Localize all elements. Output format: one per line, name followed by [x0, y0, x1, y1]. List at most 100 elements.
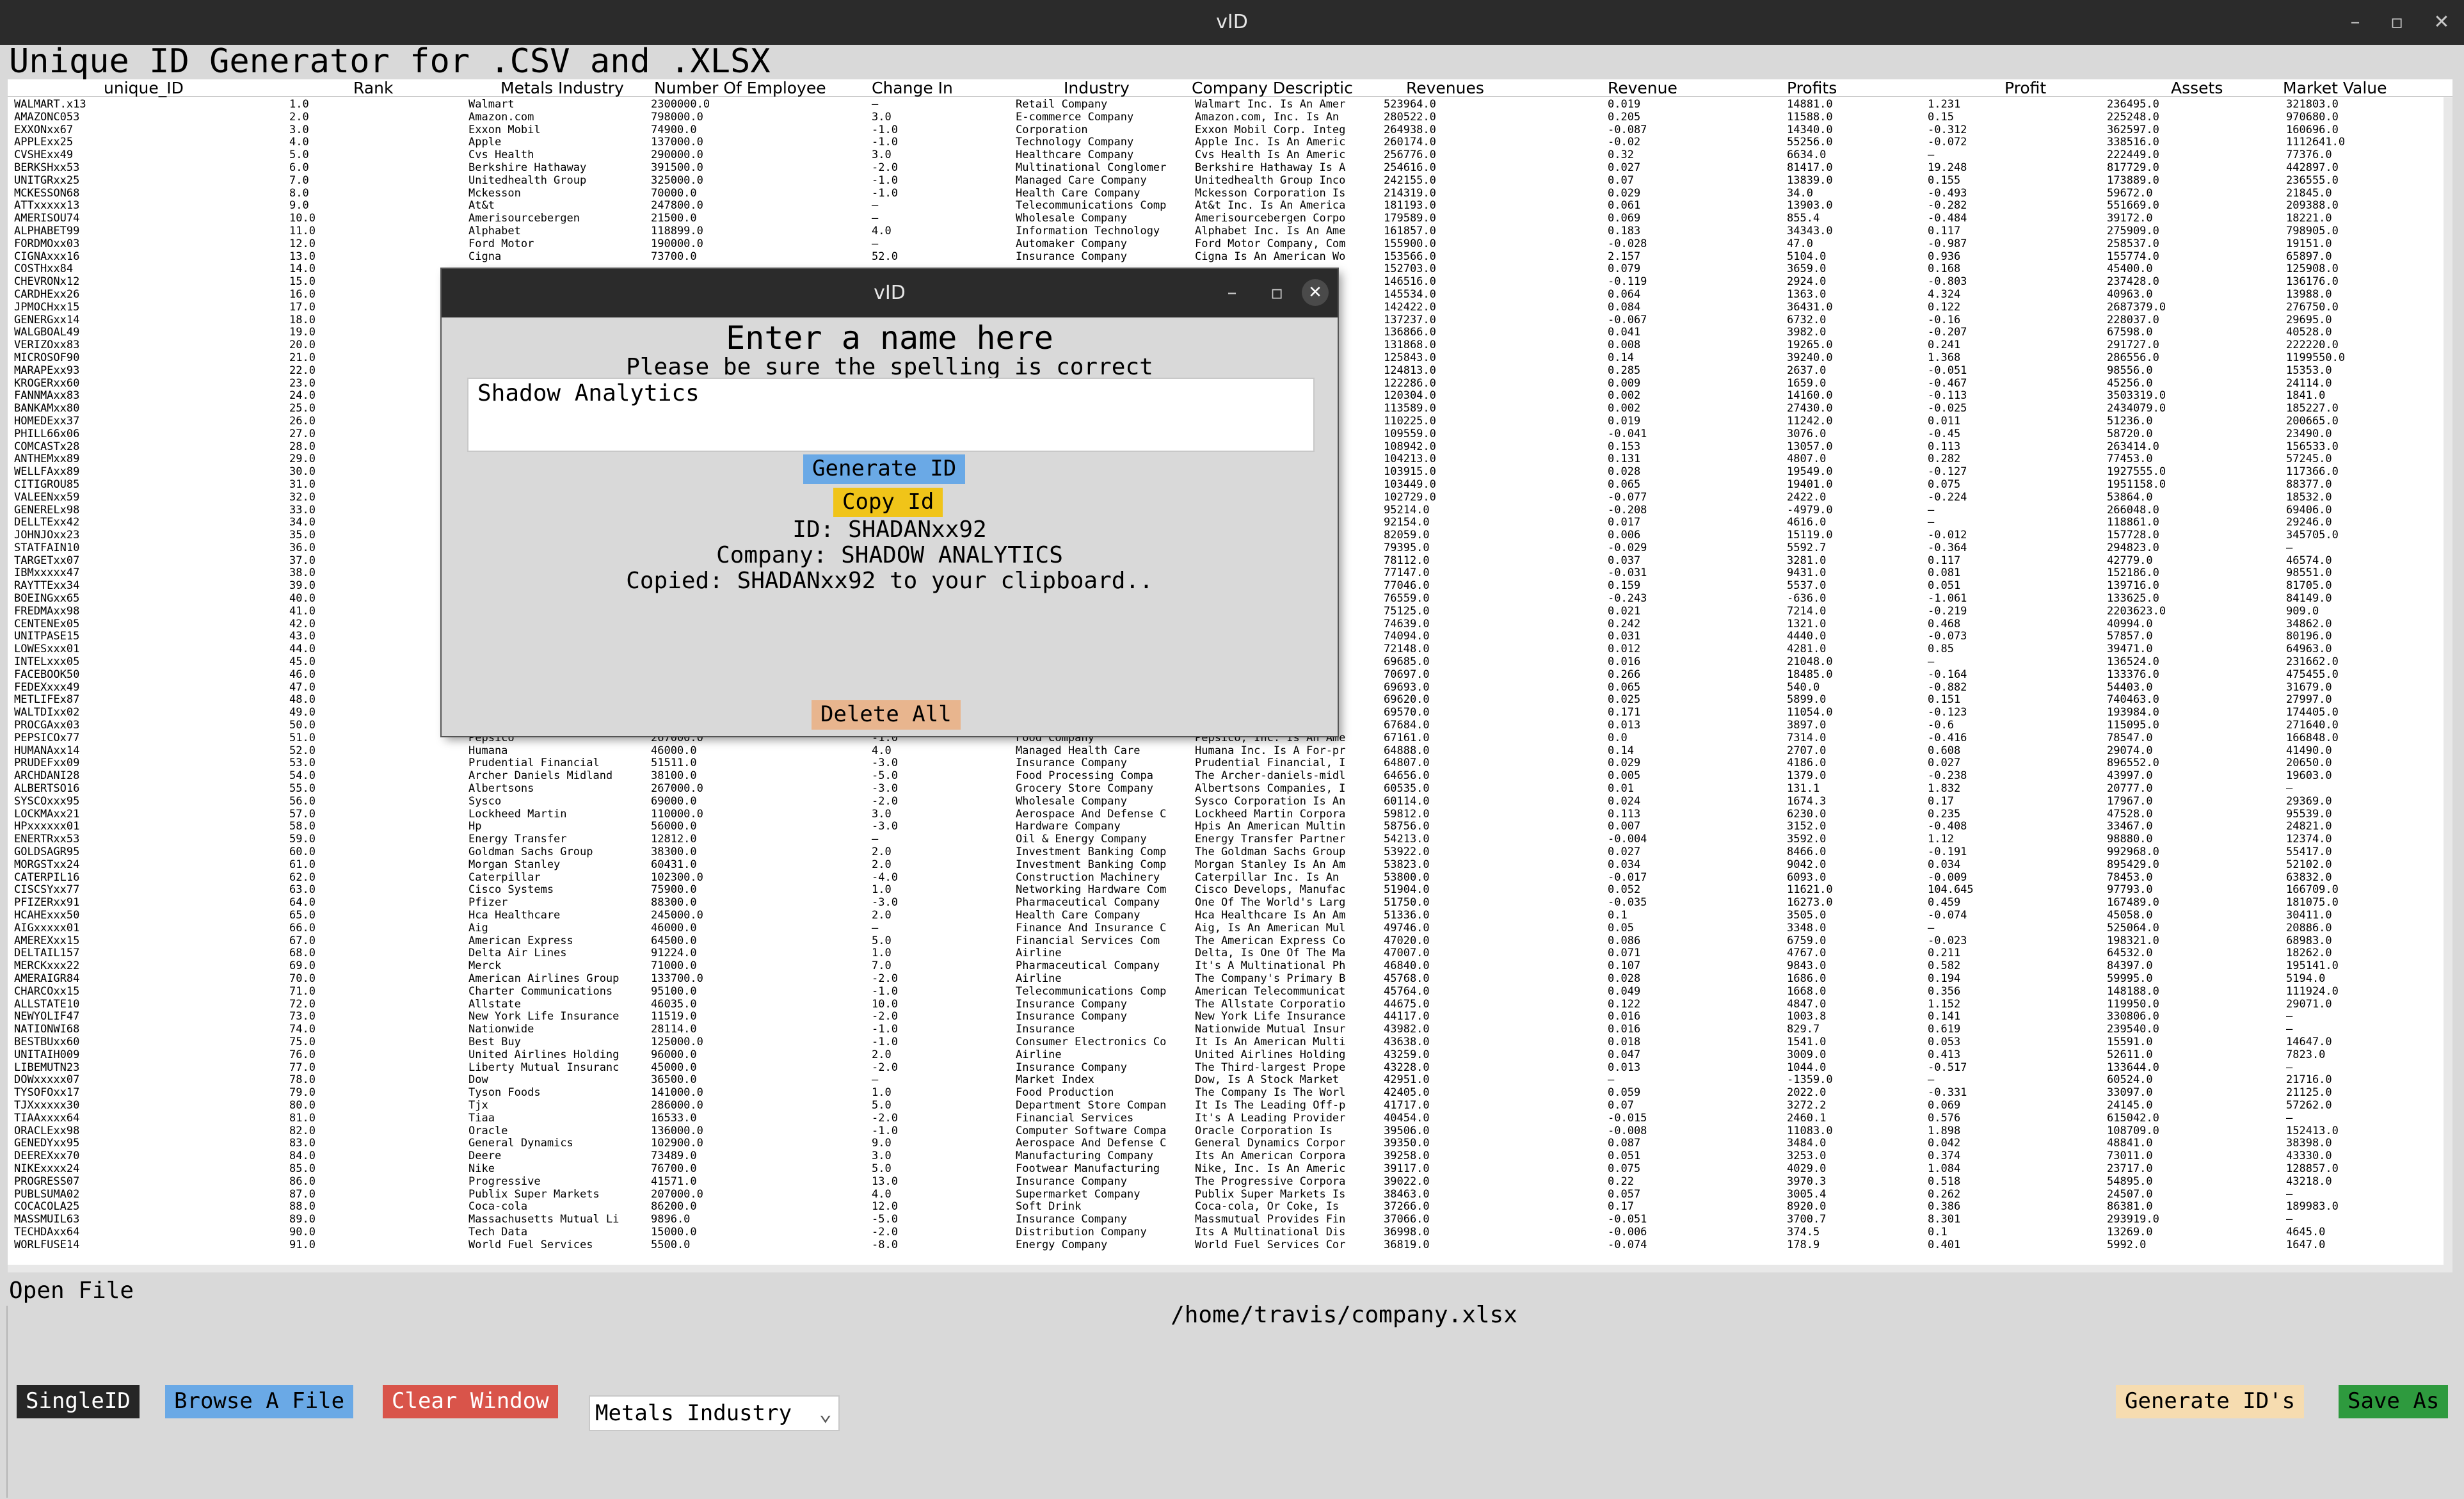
table-row[interactable]: CHARCOxx15 71.0 Charter Communications 9510… — [8, 986, 2452, 998]
table-row[interactable]: UNITAIH009 76.0 United Airlines Holding 960… — [8, 1049, 2452, 1062]
copy-id-button[interactable]: Copy Id — [833, 488, 943, 517]
table-row[interactable]: GOLDSAGR95 60.0 Goldman Sachs Group 38300.0… — [8, 846, 2452, 859]
table-cell: Food Production — [1016, 1087, 1114, 1100]
table-row[interactable]: CATERPIL16 62.0 Caterpillar 102300.0 -4.0 Con… — [8, 872, 2452, 885]
table-row[interactable]: HCAHExxx50 65.0 Hca Healthcare 245000.0 2.0 H… — [8, 910, 2452, 922]
table-row[interactable]: EXXONxx67 3.0 Exxon Mobil 74900.0 -1.0 Corpor… — [8, 124, 2452, 137]
single-id-button[interactable]: SingleID — [17, 1385, 140, 1418]
column-header[interactable]: Company Descriptic — [1192, 79, 1353, 97]
horizontal-scrollbar[interactable] — [8, 1265, 2444, 1272]
table-row[interactable]: DELTAIL157 68.0 Delta Air Lines 91224.0 1.0 A… — [8, 947, 2452, 960]
table-row[interactable]: AIGxxxxx01 66.0 Aig 46000.0 – Finance And Ins… — [8, 922, 2452, 935]
table-row[interactable]: HPxxxxxx01 58.0 Hp 56000.0 -3.0 Hardware Comp… — [8, 821, 2452, 833]
maximize-icon[interactable]: ▫ — [2381, 0, 2413, 45]
table-row[interactable]: NEWYOLIF47 73.0 New York Life Insurance 115… — [8, 1011, 2452, 1023]
table-row[interactable]: CISCSYxx77 63.0 Cisco Systems 75900.0 1.0 Net… — [8, 884, 2452, 897]
minimize-icon[interactable]: – — [2339, 0, 2371, 45]
dialog-minimize-icon[interactable]: – — [1216, 269, 1248, 317]
table-cell: 231662.0 — [2286, 656, 2339, 669]
column-header[interactable]: Assets — [2171, 79, 2223, 97]
table-cell: 78.0 — [289, 1074, 316, 1087]
table-row[interactable]: BERKSHxx53 6.0 Berkshire Hathaway 391500.0 -… — [8, 162, 2452, 175]
table-row[interactable]: ORACLExx98 82.0 Oracle 136000.0 -1.0 Computer… — [8, 1125, 2452, 1138]
table-cell: 39350.0 — [1384, 1137, 1430, 1150]
table-row[interactable]: UNITGRxx25 7.0 Unitedhealth Group 325000.0 -… — [8, 175, 2452, 188]
table-row[interactable]: ALPHABET99 11.0 Alphabet 118899.0 4.0 Informa… — [8, 225, 2452, 238]
column-header[interactable]: Revenue — [1608, 79, 1677, 97]
dialog-maximize-icon[interactable]: ▫ — [1261, 269, 1293, 317]
name-input[interactable] — [477, 379, 1303, 407]
table-row[interactable]: FORDMOxx03 12.0 Ford Motor 190000.0 – Automak… — [8, 238, 2452, 251]
table-row[interactable]: ALBERTSO16 55.0 Albertsons 267000.0 -3.0 Groc… — [8, 783, 2452, 796]
column-header[interactable]: Revenues — [1406, 79, 1484, 97]
table-row[interactable]: ATTxxxxx13 9.0 At&t 247800.0 – Telecommunicat… — [8, 200, 2452, 212]
table-cell: 67161.0 — [1384, 732, 1430, 744]
column-header[interactable]: Change In — [872, 79, 953, 97]
table-row[interactable]: MERCKxxx22 69.0 Merck 71000.0 7.0 Pharmaceuti… — [8, 960, 2452, 973]
column-header[interactable]: unique_ID — [104, 79, 184, 97]
table-cell: 78112.0 — [1384, 554, 1430, 567]
close-icon[interactable]: ✕ — [2426, 0, 2458, 45]
table-cell: -2.0 — [872, 1226, 898, 1238]
table-row[interactable]: LIBEMUTN23 77.0 Liberty Mutual Insuranc 450… — [8, 1062, 2452, 1075]
table-row[interactable]: BESTBUxx60 75.0 Best Buy 125000.0 -1.0 Consum… — [8, 1036, 2452, 1049]
generate-ids-button[interactable]: Generate ID's — [2116, 1385, 2305, 1418]
table-row[interactable]: DEEREXxx70 84.0 Deere 73489.0 3.0 Manufacturi… — [8, 1150, 2452, 1163]
table-cell: 173889.0 — [2107, 174, 2159, 187]
table-row[interactable]: PROGRESS07 86.0 Progressive 41571.0 13.0 Insu… — [8, 1176, 2452, 1189]
table-row[interactable]: DOWxxxxx07 78.0 Dow 36500.0 – Market Index Dow… — [8, 1074, 2452, 1087]
column-header[interactable]: Metals Industry — [500, 79, 624, 97]
table-cell: 0.241 — [1928, 339, 1961, 352]
table-cell: 19.0 — [289, 326, 316, 339]
table-row[interactable]: MORGSTxx24 61.0 Morgan Stanley 60431.0 2.0 In… — [8, 859, 2452, 872]
column-header[interactable]: Profit — [2004, 79, 2046, 97]
generate-id-button[interactable]: Generate ID — [803, 454, 966, 484]
table-row[interactable]: TECHDAxx64 90.0 Tech Data 15000.0 -2.0 Distri… — [8, 1226, 2452, 1239]
table-row[interactable]: HUMANAxx14 52.0 Humana 46000.0 4.0 Managed He… — [8, 745, 2452, 758]
table-row[interactable]: COCACOLA25 88.0 Coca-cola 86200.0 12.0 Soft D… — [8, 1201, 2452, 1214]
table-cell: AMAZONC053 — [14, 111, 80, 124]
table-row[interactable]: WALMART.x13 1.0 Walmart 2300000.0 – Retail Co… — [8, 99, 2452, 111]
table-row[interactable]: GENEDYxx95 83.0 General Dynamics 102900.0 9.… — [8, 1137, 2452, 1150]
browse-file-button[interactable]: Browse A File — [165, 1385, 354, 1418]
table-cell: JPMOCHxx15 — [14, 301, 80, 314]
column-header[interactable]: Number Of Employee — [654, 79, 826, 97]
table-row[interactable]: TIAAxxxx64 81.0 Tiaa 16533.0 -2.0 Financial S… — [8, 1112, 2452, 1125]
delete-all-button[interactable]: Delete All — [812, 700, 961, 730]
dialog-close-icon[interactable]: ✕ — [1302, 279, 1329, 306]
table-row[interactable]: NIKExxxx24 85.0 Nike 76700.0 5.0 Footwear Man… — [8, 1163, 2452, 1176]
column-header[interactable]: Industry — [1064, 79, 1130, 97]
name-field[interactable] — [467, 378, 1315, 452]
table-row[interactable]: ALLSTATE10 72.0 Allstate 46035.0 10.0 Insuran… — [8, 998, 2452, 1011]
table-row[interactable]: NATIONWI68 74.0 Nationwide 28114.0 -1.0 Insur… — [8, 1023, 2452, 1036]
column-select[interactable]: Metals Industry ⌄ — [589, 1395, 840, 1431]
table-row[interactable]: SYSCOxxx95 56.0 Sysco 69000.0 -2.0 Wholesale … — [8, 796, 2452, 808]
table-row[interactable]: PRUDEFxx09 53.0 Prudential Financial 51511.… — [8, 757, 2452, 770]
table-row[interactable]: LOCKMAxx21 57.0 Lockheed Martin 110000.0 3.0… — [8, 808, 2452, 821]
save-as-button[interactable]: Save As — [2339, 1385, 2449, 1418]
table-row[interactable]: MCKESSON68 8.0 Mckesson 70000.0 -1.0 Health C… — [8, 188, 2452, 200]
table-row[interactable]: AMERISOU74 10.0 Amerisourcebergen 21500.0 – W… — [8, 212, 2452, 225]
table-row[interactable]: TJXxxxxx30 80.0 Tjx 286000.0 5.0 Department S… — [8, 1100, 2452, 1112]
column-header[interactable]: Rank — [353, 79, 393, 97]
table-row[interactable]: PUBLSUMA02 87.0 Publix Super Markets 207000… — [8, 1189, 2452, 1201]
column-header[interactable]: Profits — [1787, 79, 1837, 97]
table-row[interactable]: WORLFUSE14 91.0 World Fuel Services 5500.0 -… — [8, 1239, 2452, 1252]
table-row[interactable]: AMEREXxx15 67.0 American Express 64500.0 5.0… — [8, 935, 2452, 948]
table-row[interactable]: MASSMUIL63 89.0 Massachusetts Mutual Li 989… — [8, 1214, 2452, 1226]
column-header[interactable]: Market Value — [2283, 79, 2387, 97]
table-cell: 58756.0 — [1384, 821, 1430, 833]
table-cell: -2.0 — [872, 1112, 898, 1125]
table-row[interactable]: TYSOFOxx17 79.0 Tyson Foods 141000.0 1.0 Food… — [8, 1087, 2452, 1100]
table-cell: MICROSOF90 — [14, 351, 80, 364]
table-row[interactable]: AMAZONC053 2.0 Amazon.com 798000.0 3.0 E-comm… — [8, 111, 2452, 124]
table-row[interactable]: APPLExx25 4.0 Apple 137000.0 -1.0 Technology … — [8, 136, 2452, 149]
table-row[interactable]: CVSHExx49 5.0 Cvs Health 290000.0 3.0 Healthc… — [8, 149, 2452, 162]
table-row[interactable]: AMERAIGR84 70.0 American Airlines Group 133… — [8, 973, 2452, 986]
table-row[interactable]: ARCHDANI28 54.0 Archer Daniels Midland 3810… — [8, 770, 2452, 783]
table-row[interactable]: ENERTRxx53 59.0 Energy Transfer 12812.0 – Oil… — [8, 833, 2452, 846]
table-row[interactable]: PFIZERxx91 64.0 Pfizer 88300.0 -3.0 Pharmaceu… — [8, 897, 2452, 910]
clear-window-button[interactable]: Clear Window — [383, 1385, 558, 1418]
table-row[interactable]: CIGNAxxx16 13.0 Cigna 73700.0 52.0 Insurance … — [8, 251, 2452, 264]
vertical-scrollbar[interactable] — [2444, 97, 2452, 1272]
